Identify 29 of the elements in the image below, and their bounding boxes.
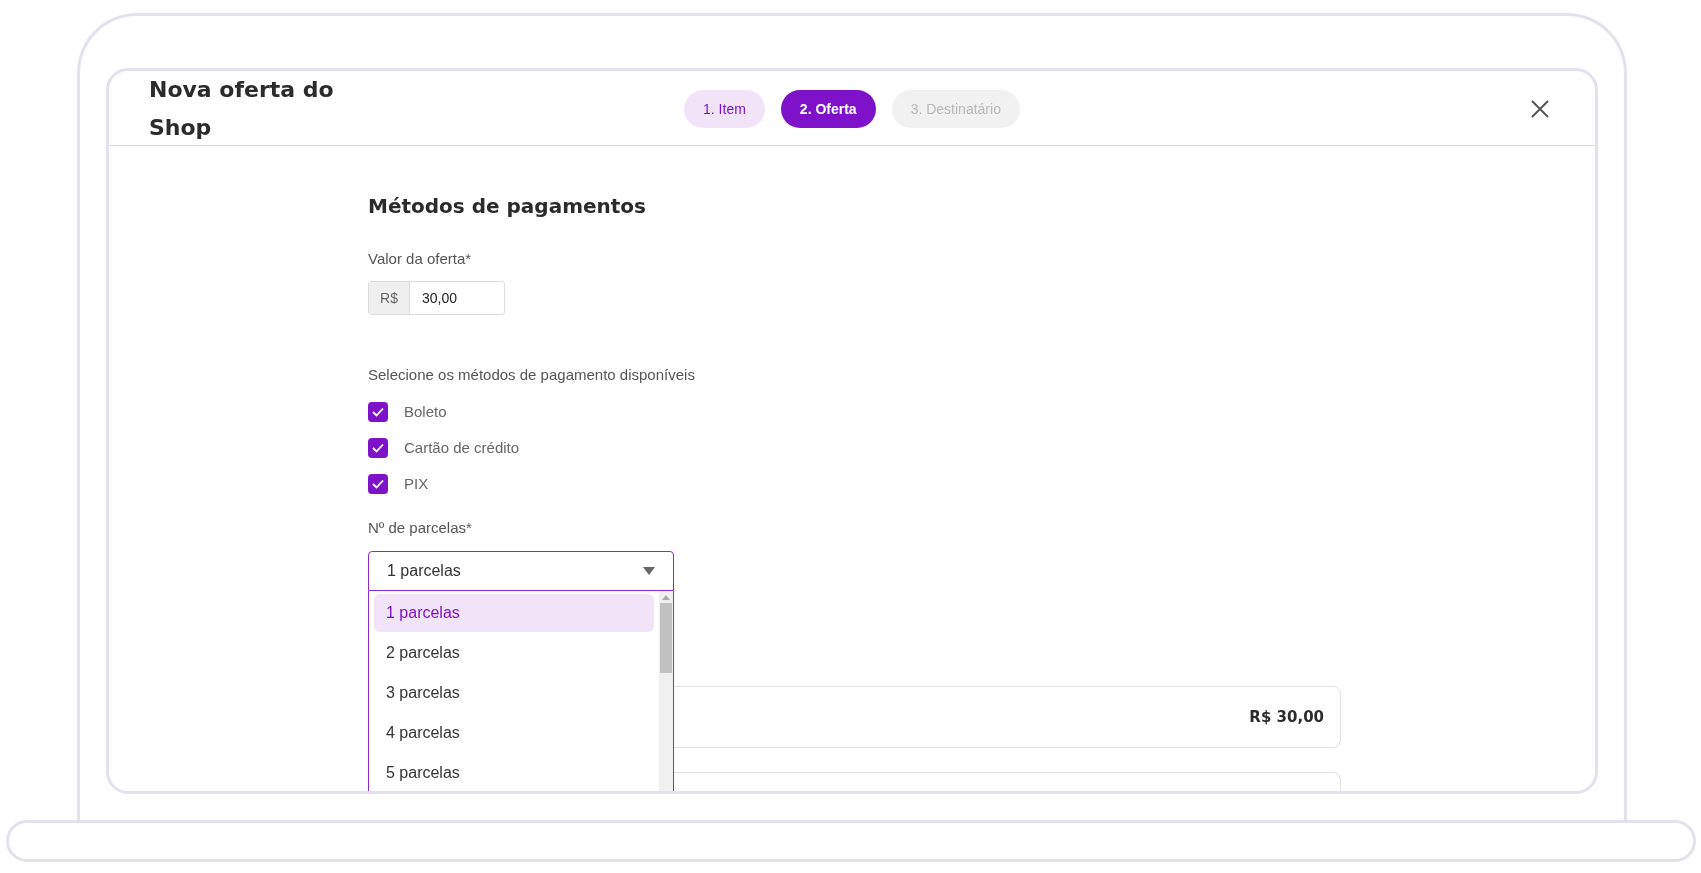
dropdown-option[interactable]: 3 parcelas <box>374 674 654 712</box>
step-tab[interactable]: 1. Item <box>684 90 765 128</box>
currency-prefix: R$ <box>369 282 410 314</box>
field-label: Valor da oferta* <box>368 249 473 269</box>
dropdown-caret-icon <box>643 567 655 575</box>
checkbox-label: Cartão de crédito <box>404 437 520 458</box>
dropdown-option[interactable]: 4 parcelas <box>374 714 654 752</box>
checkbox[interactable] <box>368 438 388 458</box>
check-icon <box>372 443 384 453</box>
field-label: Nº de parcelas* <box>368 518 473 538</box>
total-amount: R$ 30,00 <box>1249 706 1324 728</box>
offer-value: 30,00 <box>421 288 458 308</box>
check-icon <box>372 407 384 417</box>
check-icon <box>372 479 384 489</box>
section-heading: Métodos de pagamentos <box>368 193 647 220</box>
installments-select[interactable]: 1 parcelas <box>368 551 674 591</box>
checkbox-label: PIX <box>404 473 429 494</box>
dropdown-option[interactable]: 5 parcelas <box>374 754 654 791</box>
step-tab[interactable]: 2. Oferta <box>780 90 876 128</box>
dropdown-option[interactable]: 2 parcelas <box>374 634 654 672</box>
scrollbar[interactable] <box>659 591 673 791</box>
checkbox[interactable] <box>368 402 388 422</box>
dropdown-option[interactable]: 1 parcelas <box>374 594 654 632</box>
checkbox-label: Boleto <box>404 401 447 422</box>
methods-label: Selecione os métodos de pagamento disponíveis <box>368 365 696 385</box>
dialog-title: Nova oferta do Shop <box>149 76 335 142</box>
offer-value-field[interactable]: R$ 30,00 <box>368 281 505 315</box>
checkbox[interactable] <box>368 474 388 494</box>
close-icon[interactable] <box>1531 100 1549 118</box>
